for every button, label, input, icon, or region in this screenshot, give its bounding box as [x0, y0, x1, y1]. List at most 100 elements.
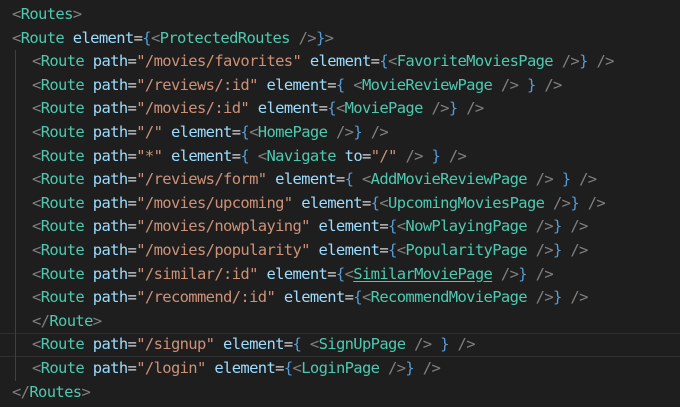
code-token: path — [92, 240, 128, 259]
code-token: element — [223, 335, 284, 354]
code-token: Route — [40, 122, 85, 141]
code-token: = — [127, 264, 137, 283]
code-token: /> — [370, 122, 389, 141]
code-token: } — [405, 358, 415, 377]
code-line-content: <Route path="/signup" element={ <SignUpP… — [32, 333, 476, 357]
indent-guide — [15, 356, 16, 381]
code-token: /> — [553, 193, 571, 212]
code-line[interactable]: <Route path="/movies/favorites" element=… — [0, 50, 680, 74]
code-token: /> — [448, 146, 467, 165]
code-line[interactable]: <Route path="/recommend/:id" element={<R… — [0, 286, 680, 310]
code-token: < — [32, 240, 41, 259]
indent-guide — [15, 144, 16, 169]
code-line[interactable]: <Route path="/" element={<HomePage />} /… — [0, 120, 680, 145]
code-token: = — [127, 52, 137, 71]
code-token: < — [32, 170, 41, 189]
code-line-content: <Route path="/movies/nowplaying" element… — [32, 215, 588, 239]
code-line-content: <Route element={<ProtectedRoutes />}> — [12, 27, 334, 51]
code-token: Routes — [29, 382, 82, 401]
code-token: "/movies/favorites" — [136, 52, 302, 71]
code-line[interactable]: <Route path="/login" element={<LoginPage… — [0, 356, 680, 381]
code-line[interactable]: <Route path="/reviews/:id" element={ <Mo… — [0, 73, 680, 98]
code-token: { — [283, 358, 293, 377]
code-line[interactable]: <Route path="/movies/upcoming" element={… — [0, 191, 680, 216]
code-token: < — [32, 288, 41, 307]
code-token: "/" — [136, 122, 163, 141]
code-token: "/movies/upcoming" — [136, 193, 293, 212]
code-line-content: <Route path="/reviews/:id" element={ <Mo… — [32, 74, 562, 98]
code-token: element — [170, 122, 232, 141]
code-token: "/reviews/form" — [136, 170, 267, 189]
indent-guide — [15, 309, 16, 334]
code-token: path — [92, 288, 128, 307]
code-line[interactable]: <Route path="/movies/:id" element={<Movi… — [0, 97, 680, 121]
code-token: SimilarMoviePage — [353, 264, 493, 283]
code-line[interactable]: </Route> — [0, 309, 680, 334]
code-token: = — [362, 146, 371, 165]
code-token: < — [292, 358, 302, 377]
code-token: > — [72, 5, 82, 23]
code-token: < — [32, 146, 41, 165]
code-token: "/recommend/:id" — [136, 288, 276, 307]
code-line[interactable]: <Route path="/movies/popularity" element… — [0, 238, 680, 263]
code-token: path — [92, 52, 128, 71]
code-line-content: <Route path="/" element={<HomePage />} /… — [32, 121, 389, 145]
indent-guide — [15, 333, 16, 357]
code-token: < — [32, 52, 41, 71]
code-line[interactable]: <Route path="/movies/nowplaying" element… — [0, 215, 680, 239]
code-token: < — [388, 52, 397, 71]
code-token: element — [275, 170, 336, 189]
code-token: element — [309, 52, 371, 71]
code-line[interactable]: <Route path="*" element={ <Navigate to="… — [0, 144, 680, 169]
code-token: Route — [40, 75, 85, 94]
code-line[interactable]: </Routes> — [0, 381, 680, 405]
code-line[interactable]: <Route path="/signup" element={ <SignUpP… — [0, 333, 680, 357]
code-line[interactable]: <Route element={<ProtectedRoutes />}> — [0, 27, 680, 51]
code-token: Route — [40, 240, 85, 259]
indent-guide — [15, 286, 16, 310]
indent-guide — [15, 191, 16, 216]
code-token: } — [518, 264, 527, 283]
code-editor[interactable]: <Routes> <Route element={<ProtectedRoutes… — [0, 3, 680, 404]
code-token: "/reviews/:id" — [136, 75, 258, 94]
code-token: { — [388, 217, 397, 236]
code-line[interactable]: <Route path="/reviews/form" element={ <A… — [0, 168, 680, 192]
code-token: /> — [431, 99, 449, 118]
code-line[interactable]: <Route path="/similar/:id" element={<Sim… — [0, 262, 680, 287]
indent-guide — [15, 215, 16, 239]
code-line-content: <Route path="/similar/:id" element={<Sim… — [32, 263, 554, 287]
code-token: { — [379, 52, 389, 71]
code-token: { — [142, 28, 151, 47]
code-token: "/signup" — [136, 335, 215, 354]
code-line[interactable]: <Routes> — [0, 3, 680, 27]
code-token: element — [170, 146, 232, 165]
code-token: "/similar/:id" — [136, 264, 258, 283]
code-token: { — [335, 75, 345, 94]
code-token: { — [388, 240, 397, 259]
code-token: HomePage — [257, 122, 328, 141]
code-token: } — [553, 288, 562, 307]
code-token: < — [12, 5, 21, 23]
indent-guide — [15, 262, 16, 287]
code-token: /> — [500, 75, 519, 94]
code-token: } — [440, 335, 449, 354]
code-token: = — [283, 335, 293, 354]
code-token: Route — [40, 170, 85, 189]
code-token: Route — [49, 311, 93, 330]
code-token: /> — [466, 99, 484, 118]
